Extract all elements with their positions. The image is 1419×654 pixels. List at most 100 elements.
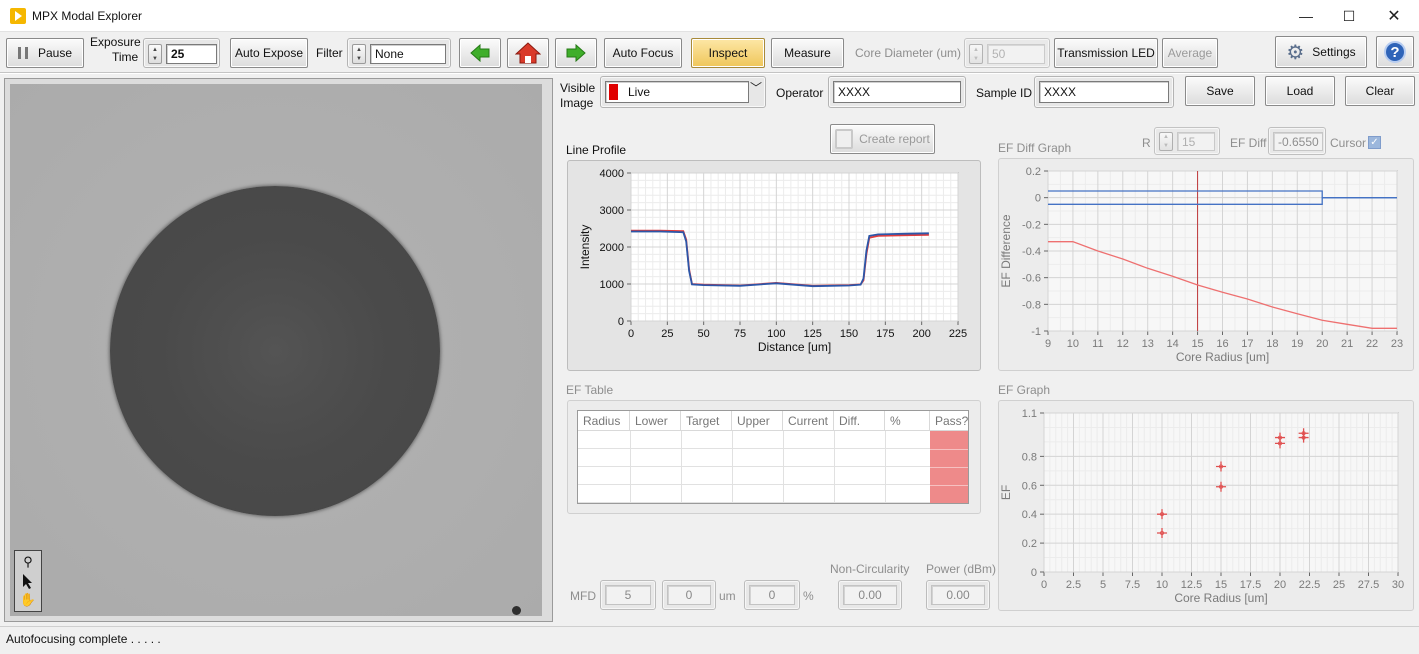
ef-diff-chart[interactable]: 9 10 11 12 13 14 15 16 17 18 19 20 21 22 23 0.2 0 -0.2 -0.… (998, 158, 1414, 371)
x-tick-label: 200 (912, 328, 930, 340)
x-tick-label: 23 (1391, 338, 1403, 350)
ef-table[interactable]: Radius Lower Target Upper Current Diff. … (577, 410, 969, 504)
r-input[interactable]: 15 (1177, 132, 1215, 151)
table-divider (732, 431, 733, 503)
home-button[interactable] (507, 38, 549, 68)
maximize-button[interactable]: ☐ (1326, 0, 1372, 32)
pass-fail-cells (930, 431, 968, 503)
close-button[interactable]: ✕ (1371, 0, 1417, 32)
power-frame: 0.00 (926, 580, 990, 610)
x-tick-label: 13 (1142, 338, 1154, 350)
ef-graph-chart[interactable]: 0 2.5 5 7.5 10 12.5 15 17.5 20 22.5 25 27.5 30 1.1 0.8… (998, 400, 1414, 611)
chevron-down-icon[interactable]: ﹀ (750, 79, 762, 96)
filter-stepper[interactable]: ▲ ▼ (352, 44, 366, 64)
x-tick-label: 27.5 (1358, 579, 1379, 591)
pause-button[interactable]: Pause (6, 38, 84, 68)
non-circularity-frame: 0.00 (838, 580, 902, 610)
x-tick-label: 18 (1266, 338, 1278, 350)
y-tick-label: -1 (1031, 326, 1041, 338)
gear-icon: ⚙ (1286, 41, 1305, 64)
x-tick-label: 22 (1366, 338, 1378, 350)
pointer-tool-icon[interactable] (18, 572, 38, 590)
inspect-button[interactable]: Inspect (691, 38, 765, 68)
create-report-button[interactable]: Create report (830, 124, 935, 154)
image-tool-palette: ⚲ ✋ (14, 550, 42, 612)
column-header-lower[interactable]: Lower (630, 411, 681, 431)
arrow-left-icon (470, 44, 490, 62)
core-diameter-stepper[interactable]: ▲ ▼ (969, 44, 983, 64)
settings-button[interactable]: ⚙ Settings (1275, 36, 1367, 68)
minimize-button[interactable]: — (1283, 0, 1329, 32)
column-header-pass[interactable]: Pass? (930, 411, 968, 431)
x-tick-label: 30 (1392, 579, 1404, 591)
operator-input[interactable]: XXXX (833, 81, 961, 103)
mfd-value-frame: 5 (600, 580, 656, 610)
column-header-target[interactable]: Target (681, 411, 732, 431)
column-header-percent[interactable]: % (885, 411, 930, 431)
pause-icon (17, 47, 28, 59)
y-tick-label: 4000 (600, 168, 624, 180)
exposure-time-input[interactable]: 25 (166, 44, 217, 64)
visible-image-select[interactable]: Live (605, 81, 749, 103)
zoom-tool-icon[interactable]: ⚲ (18, 553, 38, 571)
ef-graph-title: EF Graph (998, 383, 1051, 397)
y-tick-label: 0 (618, 316, 624, 328)
help-icon: ? (1384, 41, 1406, 63)
exposure-stepper[interactable]: ▲ ▼ (148, 44, 162, 64)
line-profile-chart[interactable]: 0 25 50 75 100 125 150 175 200 225 0 1000 2000 3000 40… (567, 160, 981, 371)
ef-diff-label: EF Diff (1230, 136, 1267, 150)
percent-unit-label: % (803, 589, 814, 603)
visible-image-label-2: Image (560, 96, 594, 110)
cursor-checkbox[interactable]: ✓ (1368, 136, 1381, 149)
clear-button[interactable]: Clear (1345, 76, 1415, 106)
sample-id-input[interactable]: XXXX (1039, 81, 1169, 103)
non-circularity-value: 0.00 (843, 585, 897, 605)
filter-select[interactable]: None (370, 44, 446, 64)
column-header-diff[interactable]: Diff. (834, 411, 885, 431)
table-divider (681, 431, 682, 503)
ef-diff-value: -0.6550 (1273, 132, 1323, 151)
toolbar-divider (0, 72, 1419, 74)
y-axis-label: Intensity (578, 225, 592, 270)
x-tick-label: 25 (1333, 579, 1345, 591)
home-icon (515, 42, 541, 64)
column-header-current[interactable]: Current (783, 411, 834, 431)
forward-button[interactable] (555, 38, 597, 68)
table-divider (885, 431, 886, 503)
y-tick-label: 0.4 (1022, 509, 1037, 521)
r-stepper[interactable]: ▲ ▼ (1159, 132, 1173, 151)
fiber-core-image (110, 186, 440, 516)
pan-hand-icon[interactable]: ✋ (18, 591, 38, 609)
exposure-time-label-2: Time (112, 50, 139, 64)
percent-value: 0 (749, 585, 795, 605)
camera-image[interactable] (10, 84, 542, 616)
x-tick-label: 150 (840, 328, 858, 340)
auto-focus-button[interactable]: Auto Focus (604, 38, 682, 68)
help-button[interactable]: ? (1376, 36, 1414, 68)
ef-diff-value-frame: -0.6550 (1268, 127, 1326, 155)
core-diameter-label: Core Diameter (um) (855, 46, 962, 60)
auto-expose-button[interactable]: Auto Expose (230, 38, 308, 68)
x-tick-label: 15 (1191, 338, 1203, 350)
x-tick-label: 25 (661, 328, 673, 340)
x-tick-label: 12 (1117, 338, 1129, 350)
exposure-control: ▲ ▼ 25 (143, 38, 220, 68)
measure-button[interactable]: Measure (771, 38, 844, 68)
status-text: Autofocusing complete . . . . . (6, 632, 161, 646)
x-tick-label: 17.5 (1240, 579, 1261, 591)
y-tick-label: 3000 (600, 205, 624, 217)
mfd-value2-frame: 0 (662, 580, 716, 610)
mfd-value-2: 0 (667, 585, 711, 605)
column-header-upper[interactable]: Upper (732, 411, 783, 431)
core-diameter-input[interactable]: 50 (987, 44, 1045, 64)
x-tick-label: 5 (1100, 579, 1106, 591)
ef-diff-graph-title: EF Diff Graph (998, 141, 1072, 155)
y-tick-label: 1000 (600, 279, 624, 291)
transmission-led-button[interactable]: Transmission LED (1054, 38, 1158, 68)
back-button[interactable] (459, 38, 501, 68)
column-header-radius[interactable]: Radius (578, 411, 630, 431)
average-button[interactable]: Average (1162, 38, 1218, 68)
load-button[interactable]: Load (1265, 76, 1335, 106)
x-tick-label: 15 (1215, 579, 1227, 591)
save-button[interactable]: Save (1185, 76, 1255, 106)
